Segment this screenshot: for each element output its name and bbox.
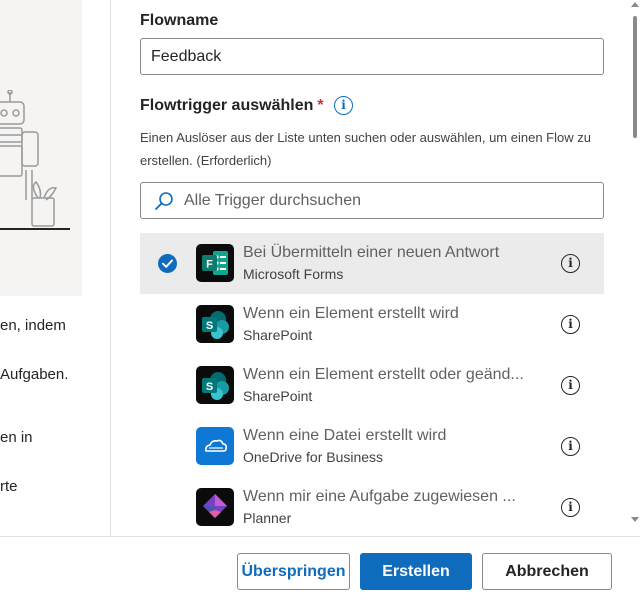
- trigger-item-onedrive-file-created[interactable]: Wenn eine Datei erstellt wird OneDrive f…: [140, 416, 604, 477]
- trigger-connector: OneDrive for Business: [243, 449, 384, 465]
- skip-button[interactable]: Überspringen: [237, 553, 350, 590]
- planner-icon: [196, 488, 234, 526]
- trigger-item-sharepoint-created-or-modified[interactable]: S Wenn ein Element erstellt oder geänd..…: [140, 355, 604, 416]
- microsoft-forms-icon: F: [196, 244, 234, 282]
- trigger-description: Einen Auslöser aus der Liste unten suche…: [140, 130, 591, 168]
- trigger-title: Bei Übermitteln einer neuen Antwort: [243, 244, 500, 261]
- left-text-line-4: rte: [0, 478, 18, 495]
- trigger-title: Wenn eine Datei erstellt wird: [243, 427, 447, 444]
- search-placeholder: Alle Trigger durchsuchen: [184, 192, 361, 209]
- scrollbar[interactable]: [628, 0, 640, 528]
- robot-illustration: [0, 0, 82, 296]
- trigger-title: Wenn ein Element erstellt oder geänd...: [243, 366, 524, 383]
- left-text-line-3: en in: [0, 429, 33, 446]
- info-icon[interactable]: i: [334, 96, 353, 115]
- trigger-title: Wenn ein Element erstellt wird: [243, 305, 459, 322]
- scroll-up-arrow-icon[interactable]: [631, 2, 639, 7]
- flowname-label: Flowname: [140, 12, 219, 29]
- info-icon[interactable]: i: [561, 254, 580, 273]
- info-icon[interactable]: i: [561, 498, 580, 517]
- flowname-input[interactable]: Feedback: [140, 38, 604, 75]
- onedrive-icon: [196, 427, 234, 465]
- info-icon[interactable]: i: [561, 315, 580, 334]
- scroll-down-arrow-icon[interactable]: [631, 517, 639, 522]
- svg-text:S: S: [206, 381, 213, 393]
- trigger-item-sharepoint-created[interactable]: S Wenn ein Element erstellt wird SharePo…: [140, 294, 604, 355]
- left-text-line-1: en, indem: [0, 317, 66, 334]
- info-icon[interactable]: i: [561, 376, 580, 395]
- trigger-title: Wenn mir eine Aufgabe zugewiesen ...: [243, 488, 516, 505]
- svg-text:S: S: [206, 320, 213, 332]
- trigger-item-forms-new-response[interactable]: F Bei Übermitteln einer neuen Antwort Mi…: [140, 233, 604, 294]
- trigger-label-text: Flowtrigger auswählen: [140, 97, 314, 114]
- cancel-button[interactable]: Abbrechen: [482, 553, 612, 590]
- flowname-value: Feedback: [151, 48, 222, 65]
- trigger-connector: SharePoint: [243, 327, 313, 343]
- left-info-panel: en, indem Aufgaben. en in rte: [0, 0, 111, 536]
- svg-text:F: F: [206, 259, 213, 271]
- robot-icon: [0, 90, 70, 230]
- info-icon[interactable]: i: [561, 437, 580, 456]
- sharepoint-icon: S: [196, 305, 234, 343]
- selected-check-icon: [158, 254, 177, 273]
- trigger-item-planner-task-assigned[interactable]: Wenn mir eine Aufgabe zugewiesen ... Pla…: [140, 477, 604, 538]
- trigger-connector: SharePoint: [243, 388, 313, 404]
- trigger-connector: Planner: [243, 510, 292, 526]
- trigger-label: Flowtrigger auswählen *: [140, 97, 324, 115]
- create-button[interactable]: Erstellen: [360, 553, 472, 590]
- sharepoint-icon: S: [196, 366, 234, 404]
- trigger-search-input[interactable]: Alle Trigger durchsuchen: [140, 182, 604, 219]
- left-text-line-2: Aufgaben.: [0, 366, 69, 383]
- required-asterisk: *: [317, 97, 324, 114]
- scroll-thumb[interactable]: [633, 16, 637, 138]
- dialog-footer: Überspringen Erstellen Abbrechen: [0, 536, 640, 601]
- create-flow-dialog: en, indem Aufgaben. en in rte Flowname F…: [0, 0, 640, 601]
- search-icon: [155, 192, 173, 210]
- trigger-connector: Microsoft Forms: [243, 266, 344, 282]
